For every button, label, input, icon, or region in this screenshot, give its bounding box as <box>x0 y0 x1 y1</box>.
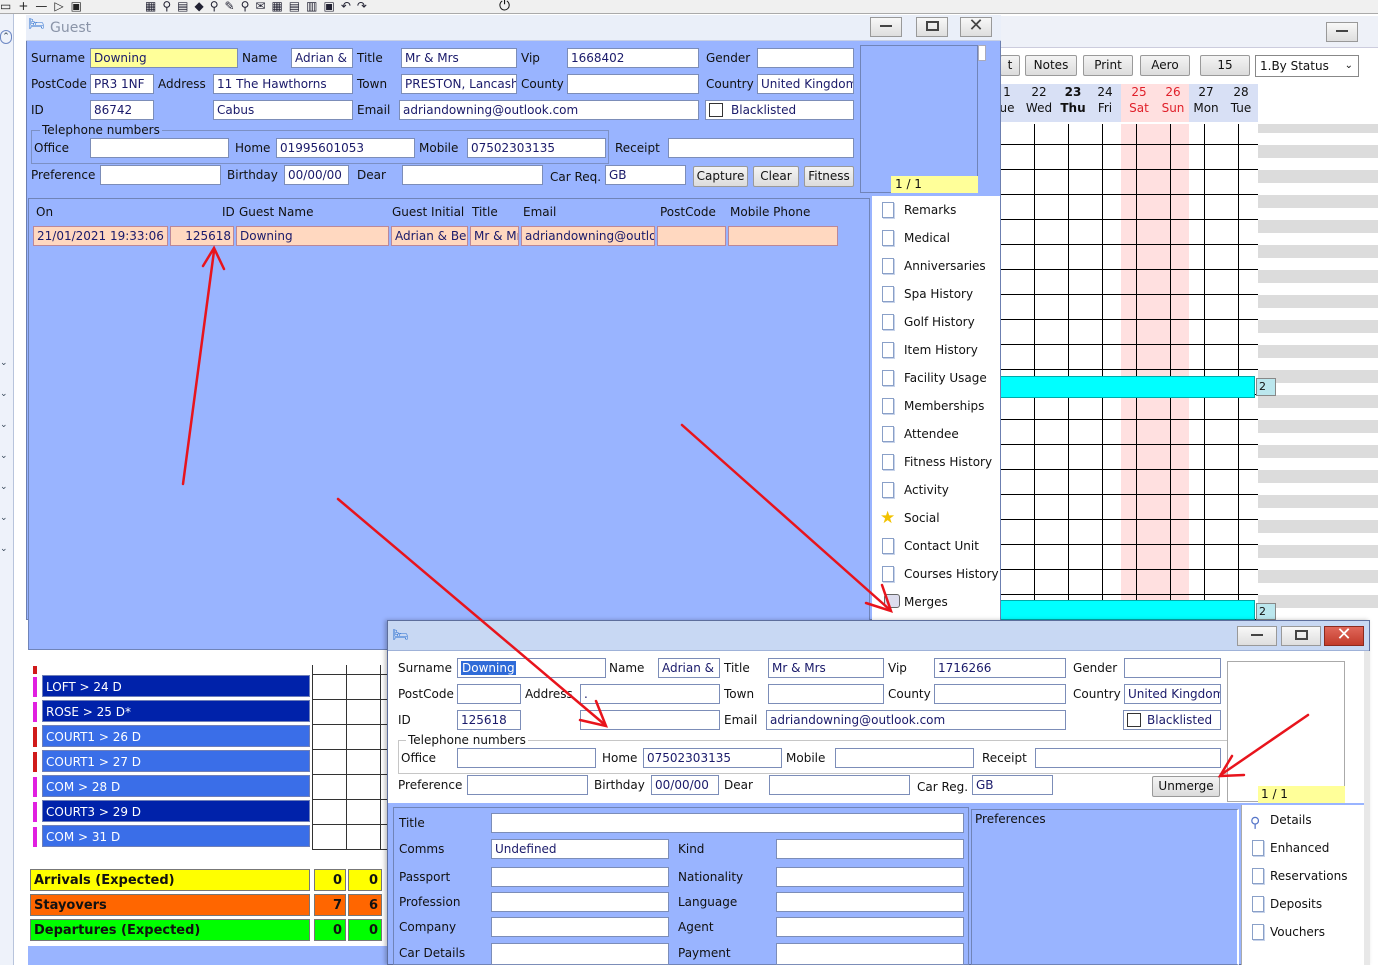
arrow-to-merges <box>680 423 891 611</box>
arrow-to-id <box>181 249 216 486</box>
arrow-to-unmerge <box>1220 713 1310 776</box>
arrow-to-home <box>336 497 606 726</box>
annotation-arrows <box>181 245 1310 778</box>
